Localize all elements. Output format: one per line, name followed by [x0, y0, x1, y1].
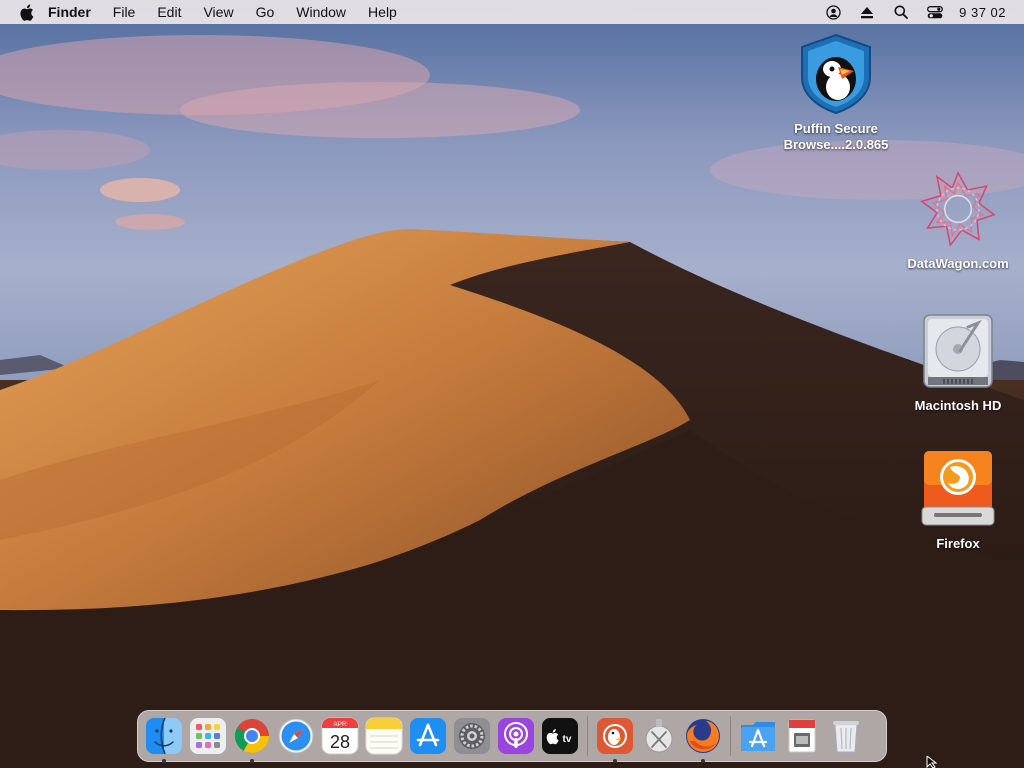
apple-tv-icon: tv: [542, 718, 578, 754]
calendar-day: 28: [330, 732, 350, 752]
dock-safari[interactable]: [274, 714, 318, 758]
dock-podcasts[interactable]: [494, 714, 538, 758]
dock-chrome[interactable]: [230, 714, 274, 763]
dock-launchpad[interactable]: [186, 714, 230, 758]
search-icon[interactable]: [891, 0, 911, 24]
dock-firefox[interactable]: [681, 714, 725, 763]
chrome-icon: [235, 719, 269, 753]
calendar-month: APR: [333, 721, 347, 728]
menu-clock[interactable]: 9 37 02: [959, 5, 1006, 20]
hard-drive-icon: [918, 310, 998, 392]
desktop-icon-label: Macintosh HD: [914, 398, 1002, 413]
user-icon[interactable]: [823, 0, 843, 24]
dock-installer[interactable]: [637, 714, 681, 758]
running-indicator: [250, 759, 254, 763]
duckduckgo-icon: [597, 718, 633, 754]
menu-go[interactable]: Go: [245, 0, 286, 24]
puffin-icon: [796, 33, 876, 115]
menu-bar: Finder File Edit View Go Window Help 9 3…: [0, 0, 1024, 24]
finder-icon: [146, 717, 182, 755]
desktop-icon-macintosh-hd[interactable]: Macintosh HD: [893, 310, 1023, 414]
dock-calendar[interactable]: APR 28: [318, 714, 362, 758]
firefox-icon: [686, 719, 720, 753]
running-indicator: [162, 759, 166, 763]
launchpad-icon: [190, 718, 226, 754]
desktop-icon-datawagon[interactable]: DataWagon.com: [893, 168, 1023, 272]
running-indicator: [613, 759, 617, 763]
installer-icon: [645, 719, 673, 753]
settings-icon: [454, 718, 490, 754]
applications-folder-icon: [741, 722, 775, 751]
desktop-icon-puffin[interactable]: Puffin Secure Browse....2.0.865: [771, 33, 901, 153]
dock-app-store[interactable]: [406, 714, 450, 758]
apple-tv-label: tv: [563, 734, 572, 745]
dock-trash[interactable]: [824, 714, 868, 758]
menu-file[interactable]: File: [102, 0, 147, 24]
menu-view[interactable]: View: [192, 0, 244, 24]
desktop-icon-label: DataWagon.com: [907, 256, 1009, 271]
podcasts-icon: [498, 718, 534, 754]
menu-app-name[interactable]: Finder: [46, 0, 102, 24]
dock-applications-folder[interactable]: [736, 714, 780, 758]
app-store-icon: [410, 718, 446, 754]
dock-preview[interactable]: [780, 714, 824, 758]
mouse-cursor-icon: [926, 756, 938, 768]
dock-duckduckgo[interactable]: [593, 714, 637, 763]
apple-menu-icon[interactable]: [6, 0, 46, 24]
dock-notes[interactable]: [362, 714, 406, 758]
control-center-icon[interactable]: [925, 0, 945, 24]
desktop-icon-firefox[interactable]: Firefox: [893, 448, 1023, 552]
trash-icon: [833, 721, 859, 753]
menu-help[interactable]: Help: [357, 0, 408, 24]
calendar-icon: APR 28: [321, 717, 359, 755]
firefox-drive-icon: [918, 448, 998, 530]
safari-icon: [278, 718, 314, 754]
dock-apple-tv[interactable]: tv: [538, 714, 582, 758]
dock-separator: [587, 716, 588, 756]
dock-finder[interactable]: [142, 714, 186, 763]
dock-system-preferences[interactable]: [450, 714, 494, 758]
preview-icon: [788, 719, 816, 753]
dock: APR 28 tv: [137, 710, 887, 763]
datawagon-icon: [918, 168, 998, 250]
running-indicator: [701, 759, 705, 763]
desktop-icon-label: Firefox: [936, 536, 980, 551]
menu-window[interactable]: Window: [285, 0, 357, 24]
eject-icon[interactable]: [857, 0, 877, 24]
notes-icon: [365, 717, 403, 755]
desktop-icon-label: Puffin Secure Browse....2.0.865: [783, 121, 889, 152]
menu-edit[interactable]: Edit: [146, 0, 192, 24]
dock-separator: [730, 716, 731, 756]
